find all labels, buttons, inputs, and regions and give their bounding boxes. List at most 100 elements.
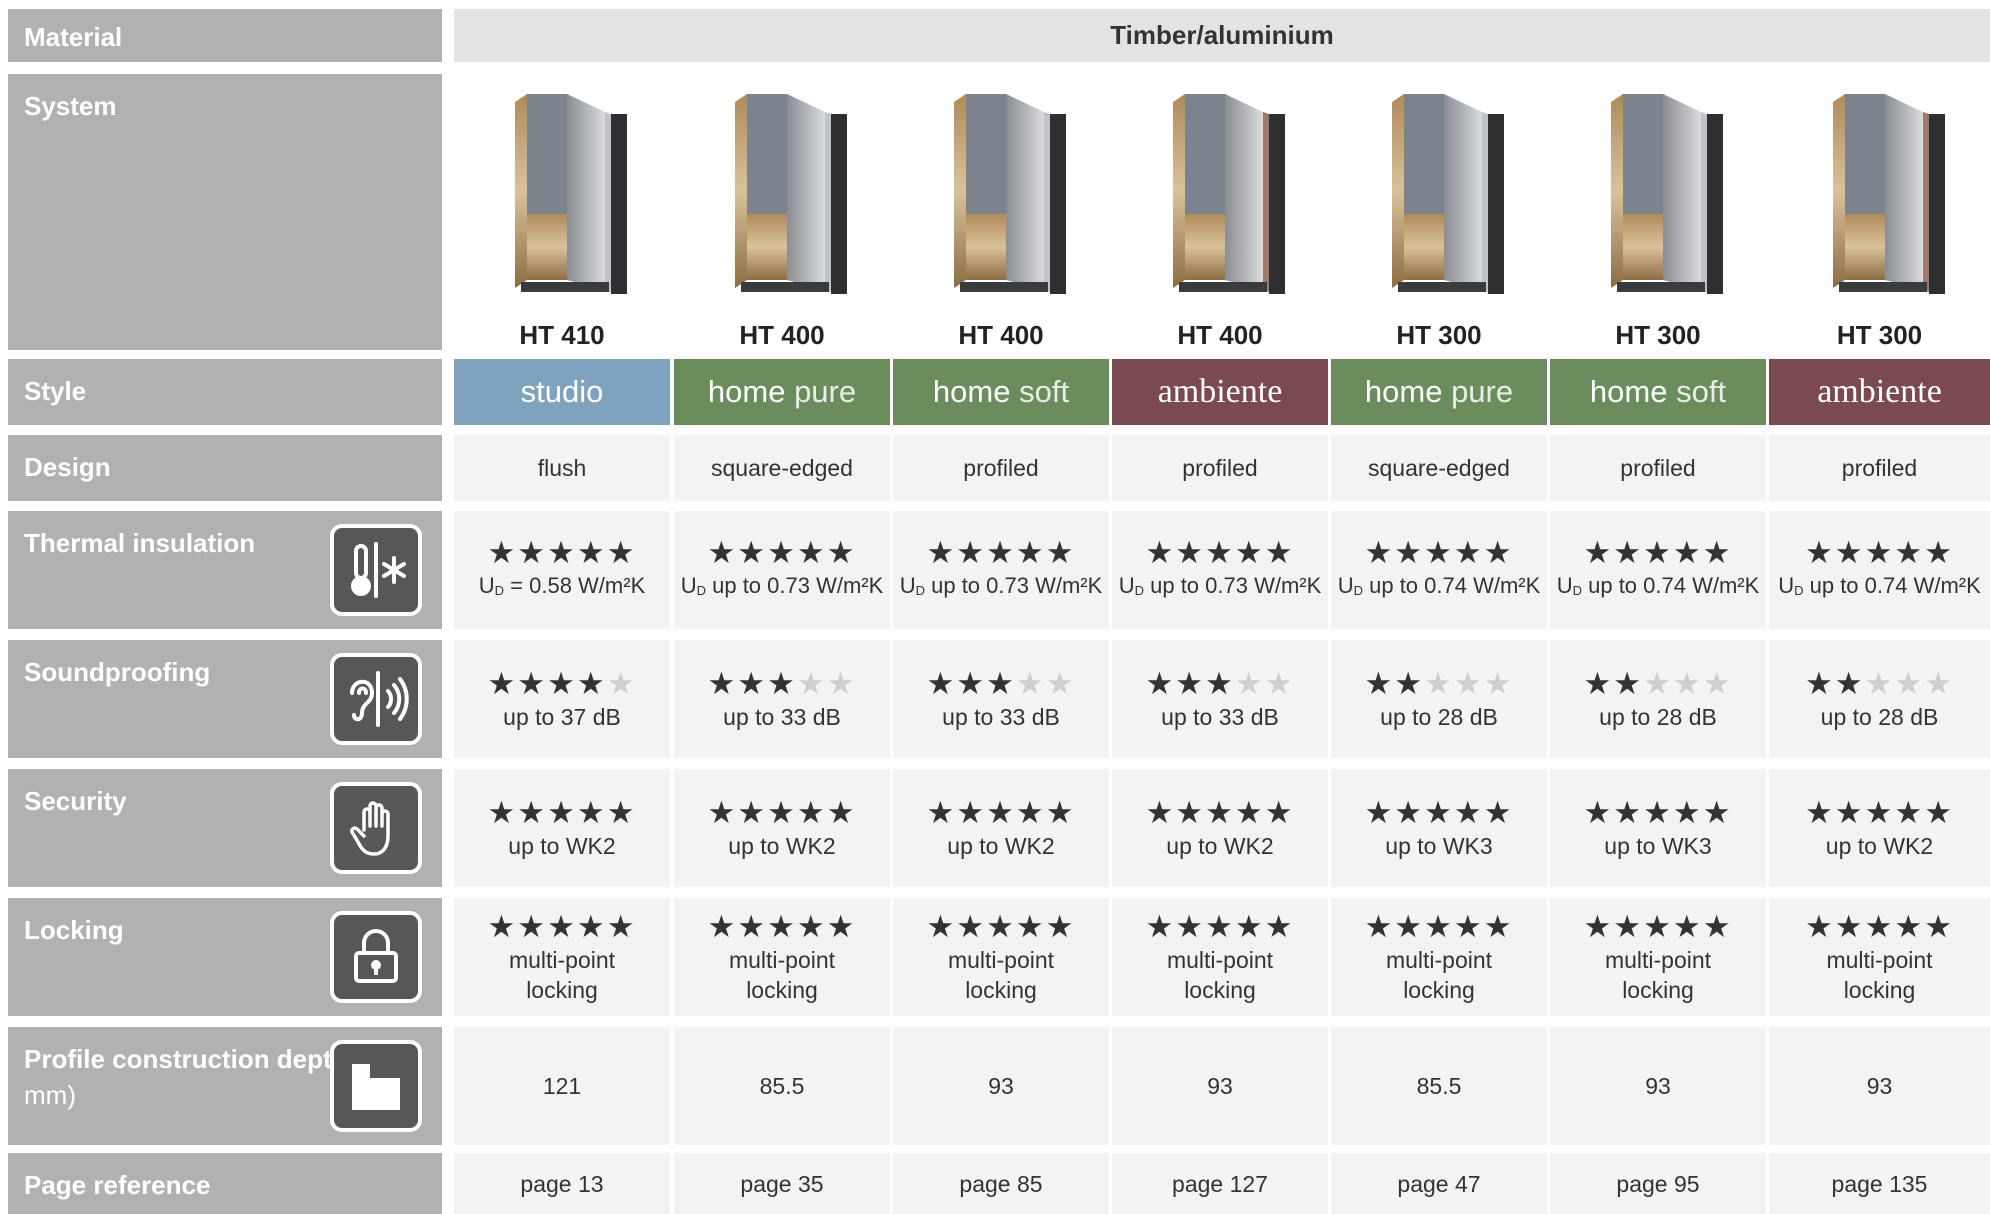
- depth-value: 85.5: [1416, 1073, 1462, 1099]
- star-filled-icon: ★: [1364, 534, 1395, 570]
- star-filled-icon: ★: [487, 795, 518, 830]
- star-filled-icon: ★: [1453, 534, 1484, 570]
- security-rating: ★★★★★: [1146, 795, 1295, 831]
- star-filled-icon: ★: [517, 795, 548, 830]
- label-text: Profile construction depth: [24, 1044, 348, 1074]
- locking-value-line2: locking: [746, 977, 818, 1003]
- style-word: home: [1589, 374, 1668, 409]
- locking-value-line1: multi-point: [1166, 947, 1274, 973]
- label-text: Material: [24, 22, 123, 52]
- security-rating: ★★★★★: [927, 795, 1076, 831]
- star-empty-icon: ★: [1234, 666, 1265, 701]
- label-text: System: [24, 91, 117, 121]
- star-filled-icon: ★: [986, 795, 1016, 830]
- sound-rating: ★★★★★: [1146, 666, 1295, 702]
- star-empty-icon: ★: [796, 666, 827, 701]
- label-text: Thermal insulation: [24, 528, 256, 558]
- star-filled-icon: ★: [1583, 666, 1614, 701]
- style-badge: ambiente: [1112, 359, 1328, 425]
- style-badge: home pure: [1331, 359, 1547, 425]
- comparison-table: Material Timber/aluminium System Style D…: [0, 0, 1990, 1214]
- locking-cell: ★★★★★ multi-point locking: [1331, 898, 1547, 1016]
- star-filled-icon: ★: [547, 909, 577, 944]
- page-cell: page 135: [1769, 1153, 1990, 1214]
- security-rating: ★★★★★: [488, 795, 637, 831]
- sound-cell: ★★★★★ up to 28 dB: [1550, 640, 1766, 758]
- star-filled-icon: ★: [1864, 795, 1895, 830]
- material-value: Timber/aluminium: [454, 9, 1990, 62]
- locking-rating: ★★★★★: [1146, 909, 1295, 945]
- model-name: HT 300: [1396, 320, 1482, 350]
- page-reference: page 95: [1616, 1170, 1700, 1197]
- star-filled-icon: ★: [1234, 795, 1265, 830]
- page-cell: page 35: [674, 1153, 890, 1214]
- star-filled-icon: ★: [956, 534, 987, 570]
- system-cell: HT 410: [454, 74, 670, 350]
- thermal-value: UD up to 0.73 W/m²K: [681, 571, 884, 606]
- star-empty-icon: ★: [826, 666, 857, 701]
- u-symbol: U: [1118, 572, 1135, 598]
- thermal-text: up to 0.74 W/m²K: [1809, 572, 1981, 598]
- star-filled-icon: ★: [1205, 534, 1235, 570]
- star-empty-icon: ★: [1643, 666, 1673, 701]
- star-empty-icon: ★: [1864, 666, 1895, 701]
- system-cell: HT 300: [1331, 74, 1547, 350]
- depth-value: 121: [542, 1073, 582, 1099]
- star-filled-icon: ★: [1175, 795, 1206, 830]
- thermal-cell: ★★★★★ UD up to 0.74 W/m²K: [1331, 511, 1547, 629]
- security-value: up to WK2: [947, 833, 1055, 859]
- model-name: HT 400: [958, 320, 1044, 350]
- star-filled-icon: ★: [1364, 795, 1395, 830]
- door-system-image: [1145, 84, 1295, 304]
- thermal-value: UD = 0.58 W/m²K: [479, 571, 646, 606]
- star-filled-icon: ★: [826, 795, 857, 830]
- thermal-rating: ★★★★★: [1365, 535, 1514, 571]
- star-filled-icon: ★: [1613, 666, 1644, 701]
- star-filled-icon: ★: [1613, 795, 1644, 830]
- depth-cell: 93: [893, 1027, 1109, 1145]
- style-word: home: [707, 374, 786, 409]
- sound-value: up to 28 dB: [1820, 704, 1939, 730]
- u-subscript: D: [1134, 582, 1144, 598]
- locking-rating: ★★★★★: [1584, 909, 1733, 945]
- star-filled-icon: ★: [1264, 795, 1295, 830]
- sound-rating: ★★★★★: [488, 666, 637, 702]
- star-filled-icon: ★: [1483, 909, 1514, 944]
- u-subscript: D: [494, 582, 505, 598]
- star-empty-icon: ★: [1483, 666, 1514, 701]
- row-label-sound: Soundproofing: [8, 640, 442, 758]
- star-filled-icon: ★: [1894, 909, 1925, 944]
- star-filled-icon: ★: [1702, 534, 1733, 570]
- style-word-variant: pure: [1451, 374, 1514, 409]
- ear-sound-icon: [330, 653, 422, 745]
- row-label-style: Style: [8, 359, 442, 425]
- security-value: up to WK3: [1604, 833, 1712, 859]
- page-reference: page 135: [1831, 1170, 1928, 1197]
- security-value: up to WK2: [1166, 833, 1274, 859]
- star-filled-icon: ★: [796, 534, 827, 570]
- star-filled-icon: ★: [1924, 534, 1954, 570]
- star-filled-icon: ★: [956, 795, 987, 830]
- sound-cell: ★★★★★ up to 33 dB: [893, 640, 1109, 758]
- style-word: studio: [520, 374, 604, 409]
- locking-value-line2: locking: [526, 977, 598, 1003]
- star-filled-icon: ★: [1175, 666, 1206, 701]
- star-filled-icon: ★: [576, 909, 607, 944]
- style-badge: home soft: [1550, 359, 1766, 425]
- locking-cell: ★★★★★ multi-point locking: [1112, 898, 1328, 1016]
- star-filled-icon: ★: [956, 909, 987, 944]
- star-filled-icon: ★: [796, 909, 827, 944]
- star-filled-icon: ★: [1702, 795, 1733, 830]
- style-word: home: [1364, 374, 1443, 409]
- style-word-variant: soft: [1019, 374, 1070, 409]
- security-cell: ★★★★★ up to WK2: [1112, 769, 1328, 887]
- locking-value-line1: multi-point: [947, 947, 1055, 973]
- thermal-cell: ★★★★★ UD up to 0.73 W/m²K: [1112, 511, 1328, 629]
- star-filled-icon: ★: [1643, 909, 1673, 944]
- security-cell: ★★★★★ up to WK3: [1331, 769, 1547, 887]
- system-cell: HT 400: [674, 74, 890, 350]
- sound-value: up to 33 dB: [723, 704, 841, 730]
- design-cell: square-edged: [674, 435, 890, 501]
- star-filled-icon: ★: [1364, 666, 1395, 701]
- star-filled-icon: ★: [1175, 534, 1206, 570]
